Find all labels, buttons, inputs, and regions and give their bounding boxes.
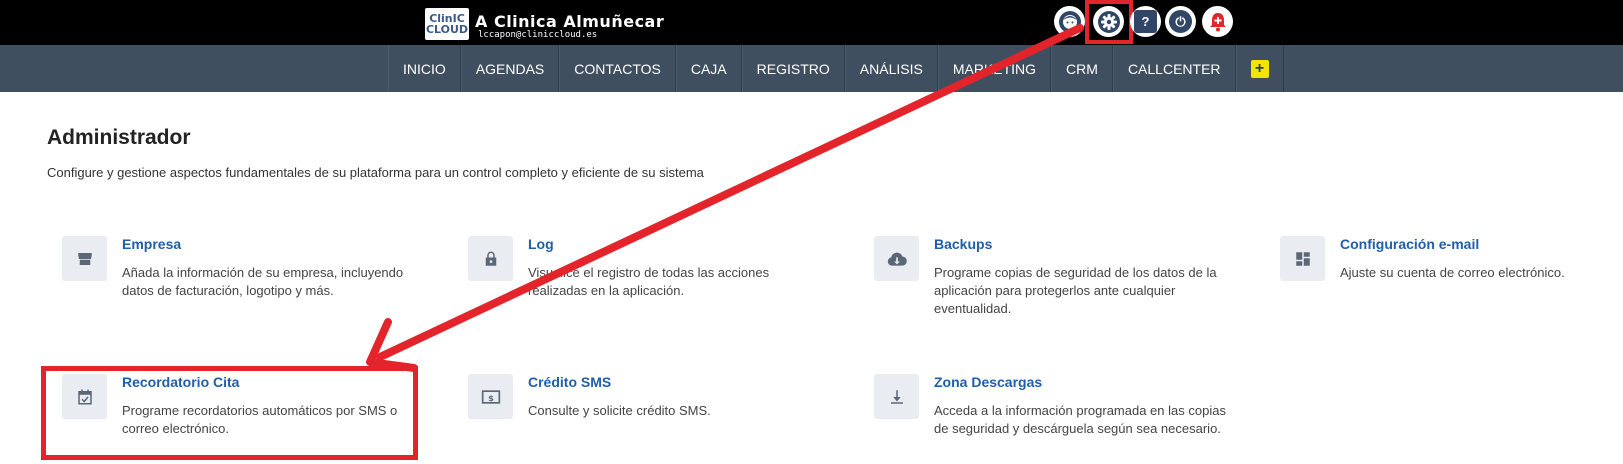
card-description: Consulte y solicite crédito SMS.: [528, 403, 711, 418]
clinic-cloud-logo[interactable]: ClinIC CLOUD: [425, 8, 469, 40]
card-title[interactable]: Log: [528, 236, 554, 252]
power-icon[interactable]: ⏻: [1165, 6, 1196, 37]
nav-item-marketing[interactable]: MARKETING: [937, 45, 1052, 92]
nav-item-crm[interactable]: CRM: [1051, 45, 1113, 92]
card-title[interactable]: Empresa: [122, 236, 181, 252]
power-glyph: ⏻: [1169, 10, 1192, 33]
bell-icon[interactable]: [1202, 6, 1233, 37]
nav-item-caja[interactable]: CAJA: [675, 45, 742, 92]
nav-item-callcenter[interactable]: CALLCENTER: [1112, 45, 1236, 92]
card-title[interactable]: Crédito SMS: [528, 374, 611, 390]
card-title[interactable]: Backups: [934, 236, 992, 252]
page-description: Configure y gestione aspectos fundamenta…: [47, 165, 704, 180]
lock-icon: [468, 236, 513, 281]
avatar-icon[interactable]: [1054, 6, 1085, 37]
plus-icon: +: [1250, 59, 1269, 78]
card-title[interactable]: Configuración e-mail: [1340, 236, 1479, 252]
dashboard-icon: [1280, 236, 1325, 281]
store-icon: [62, 236, 107, 281]
card-description: Añada la información de su empresa, incl…: [122, 265, 404, 298]
top-bar: ClinIC CLOUD A Clinica Almuñecar lccapon…: [0, 0, 1623, 45]
page-title: Administrador: [47, 126, 191, 149]
svg-text:$: $: [488, 392, 494, 402]
nav-item-registro[interactable]: REGISTRO: [741, 45, 845, 92]
card-description: Ajuste su cuenta de correo electrónico.: [1340, 265, 1565, 280]
help-icon[interactable]: ?: [1130, 6, 1161, 37]
download-icon: [874, 374, 919, 419]
help-glyph: ?: [1134, 10, 1157, 33]
settings-highlight-annotation: [1085, 0, 1133, 44]
nav-item-contactos[interactable]: CONTACTOS: [559, 45, 676, 92]
logo-line-2: CLOUD: [425, 23, 469, 36]
main-nav: INICIO AGENDAS CONTACTOS CAJA REGISTRO A…: [388, 45, 1284, 92]
nav-item-agendas[interactable]: AGENDAS: [460, 45, 560, 92]
nav-item-inicio[interactable]: INICIO: [388, 45, 461, 92]
cloud-download-icon: [874, 236, 919, 281]
card-description: Programe copias de seguridad de los dato…: [934, 265, 1217, 316]
card-title[interactable]: Zona Descargas: [934, 374, 1042, 390]
clinic-name: A Clinica Almuñecar: [475, 12, 665, 31]
money-icon: $: [468, 374, 513, 419]
nav-item-analisis[interactable]: ANÁLISIS: [844, 45, 938, 92]
card-description: Visualice el registro de todas las accio…: [528, 265, 770, 298]
card-description: Acceda a la información programada en la…: [934, 403, 1226, 436]
nav-add-item[interactable]: +: [1235, 45, 1284, 92]
user-email: lccapon@cliniccloud.es: [478, 30, 598, 40]
recordatorio-highlight-annotation: [41, 366, 418, 460]
main-navbar: INICIO AGENDAS CONTACTOS CAJA REGISTRO A…: [0, 45, 1623, 92]
